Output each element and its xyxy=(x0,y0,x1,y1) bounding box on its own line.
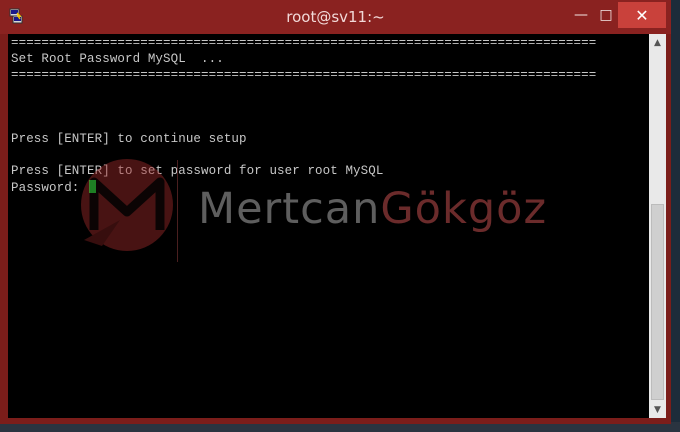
minimize-icon: — xyxy=(574,7,588,23)
close-icon: ✕ xyxy=(635,5,649,25)
scroll-up-icon[interactable]: ▲ xyxy=(649,34,666,51)
section-heading: Set Root Password MySQL ... xyxy=(11,52,224,66)
scroll-thumb[interactable] xyxy=(651,204,664,400)
terminal-output[interactable]: ========================================… xyxy=(8,34,649,418)
separator-line: ========================================… xyxy=(11,68,597,82)
title-bar[interactable]: root@sv11:~ — □ ✕ xyxy=(0,0,671,34)
maximize-icon: □ xyxy=(599,7,613,23)
close-button[interactable]: ✕ xyxy=(618,2,666,28)
watermark-text: MertcanGökgöz xyxy=(198,184,547,234)
separator-line: ========================================… xyxy=(11,36,597,50)
watermark-last-name: Gökgöz xyxy=(380,184,548,234)
vertical-scrollbar[interactable]: ▲ ▼ xyxy=(649,34,666,418)
watermark-first-name: Mertcan xyxy=(198,184,381,234)
password-prompt: Press [ENTER] to set password for user r… xyxy=(11,164,384,178)
continue-prompt: Press [ENTER] to continue setup xyxy=(11,132,247,146)
scroll-down-icon[interactable]: ▼ xyxy=(649,401,666,418)
watermark-divider xyxy=(177,160,178,262)
watermark-logo-icon xyxy=(81,159,173,251)
terminal-window: root@sv11:~ — □ ✕ ======================… xyxy=(0,0,671,424)
